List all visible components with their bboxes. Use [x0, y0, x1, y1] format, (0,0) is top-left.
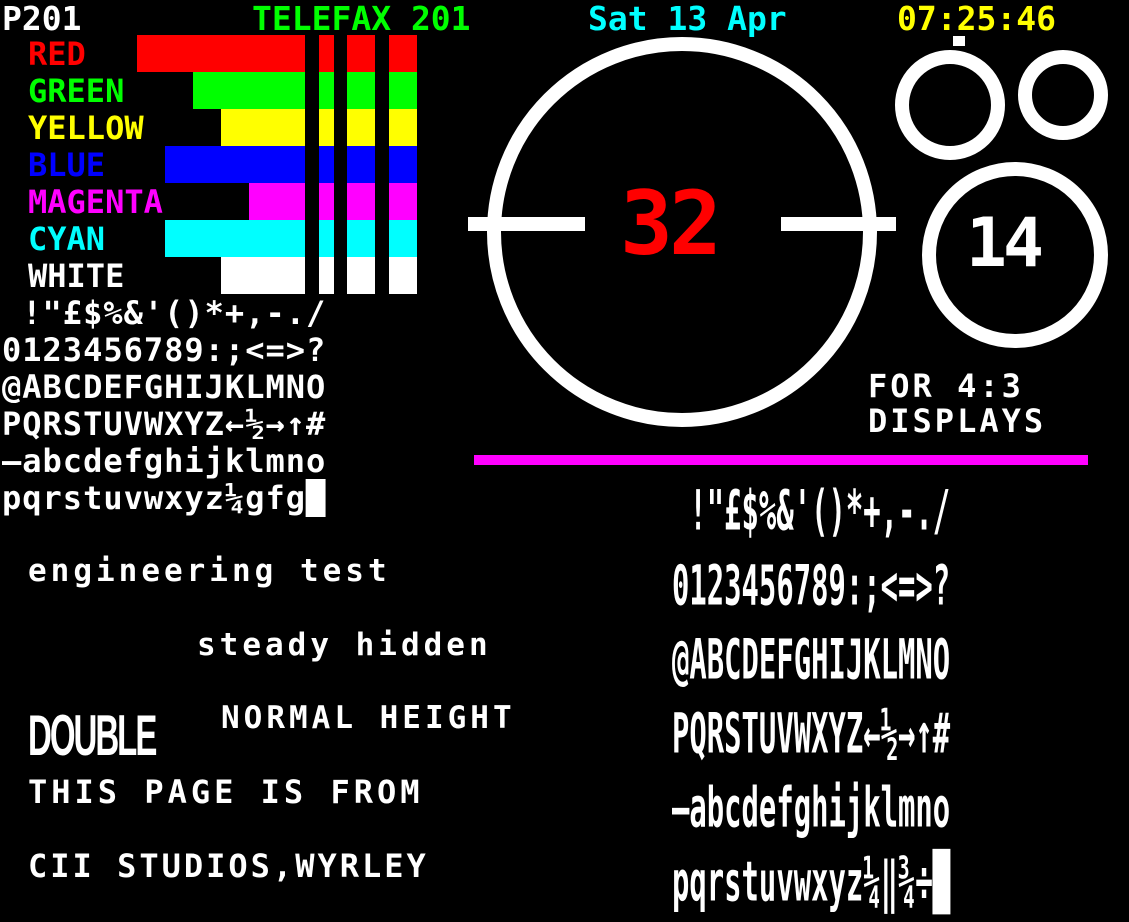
magenta-divider — [474, 455, 1088, 465]
small-circle-right — [1018, 50, 1108, 140]
dot-marker — [953, 36, 965, 46]
charset-large-row-1: !"£$%&'()*+,-./ — [672, 478, 951, 543]
big-circle-number: 32 — [620, 172, 722, 275]
charset-large-row-5: –abcdefghijklmno — [672, 775, 951, 840]
steady-hidden-text: steady hidden — [197, 627, 492, 663]
page-source-text: THIS PAGE IS FROM — [28, 773, 424, 811]
charset-large-row-4: PQRSTUVWXYZ←½→↑# — [672, 701, 951, 766]
normal-height-text: NORMAL HEIGHT — [221, 700, 516, 736]
double-height-text: DOUBLE — [28, 702, 157, 768]
charset-large-row-6: pqrstuvwxyz¼‖¾÷█ — [672, 849, 951, 914]
charset-large-row-3: @ABCDEFGHIJKLMNO — [672, 627, 951, 692]
aspect-note-line-1: FOR 4:3 — [868, 367, 1024, 405]
aspect-note-line-2: DISPLAYS — [868, 402, 1047, 440]
small-circle-number: 14 — [966, 204, 1044, 283]
charset-large-row-2: 0123456789:;<=>? — [672, 553, 951, 618]
small-circle-left — [895, 50, 1005, 160]
engineering-text: engineering test — [28, 553, 391, 589]
studio-credit-text: CII STUDIOS,WYRLEY — [28, 847, 429, 885]
